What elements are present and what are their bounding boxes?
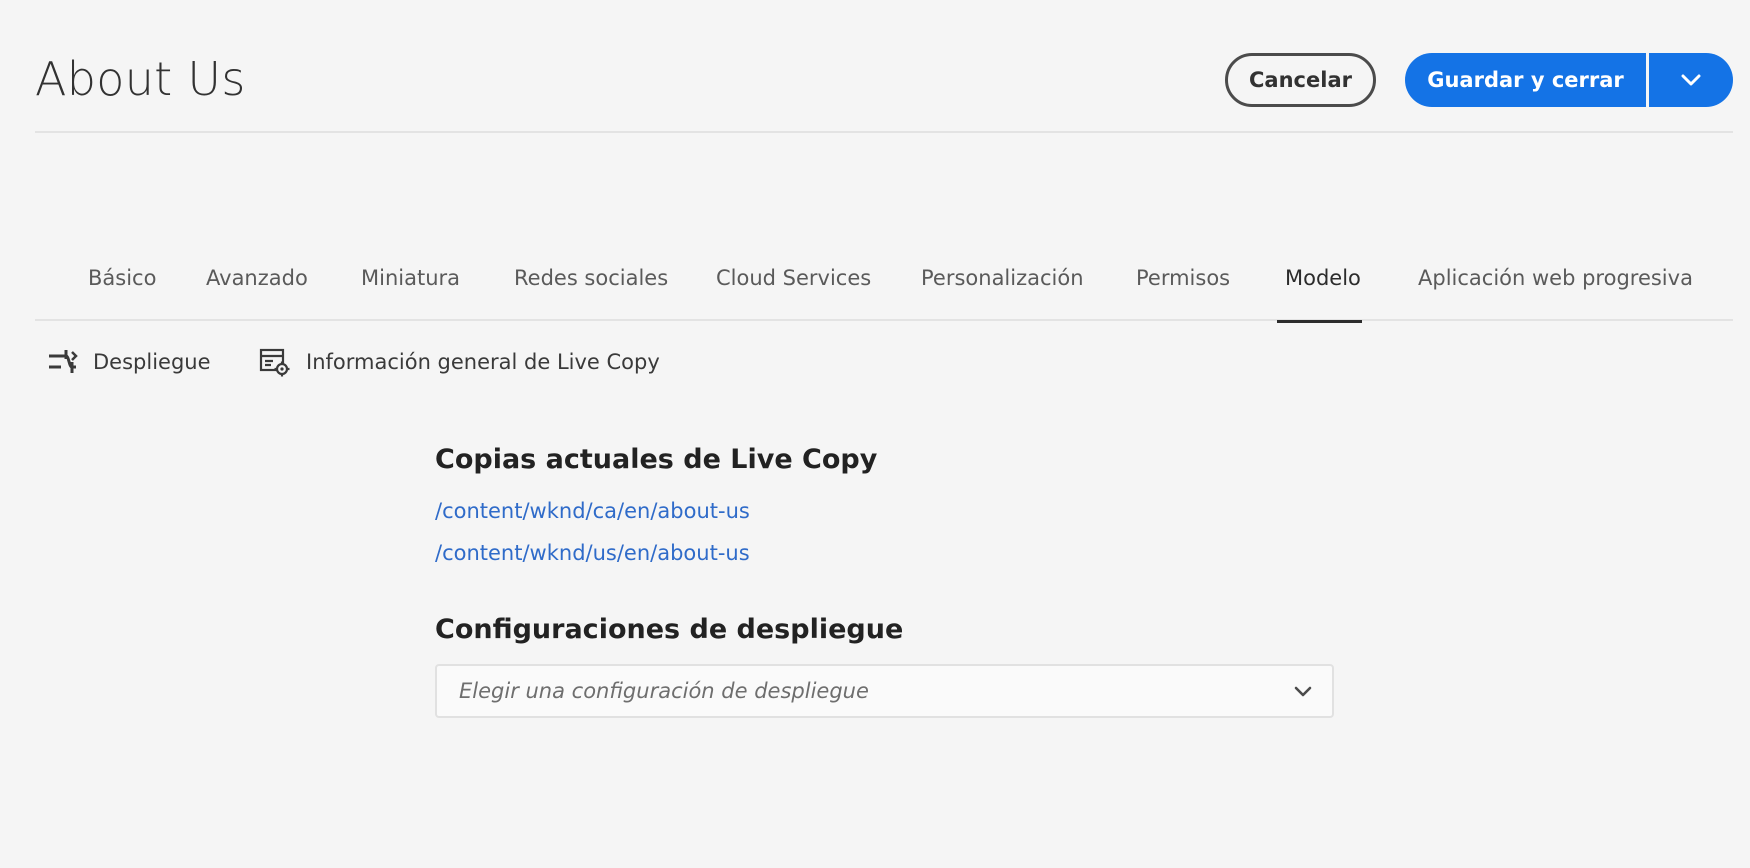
live-copy-link[interactable]: /content/wknd/ca/en/about-us: [435, 499, 750, 523]
tab-avanzado[interactable]: Avanzado: [206, 266, 308, 321]
save-and-close-button[interactable]: Guardar y cerrar: [1405, 53, 1646, 107]
live-copy-link[interactable]: /content/wknd/us/en/about-us: [435, 541, 750, 565]
rollout-label: Despliegue: [93, 350, 211, 374]
save-options-dropdown-button[interactable]: [1649, 53, 1733, 107]
page: About Us Cancelar Guardar y cerrar Básic…: [0, 0, 1750, 868]
rollout-config-select[interactable]: Elegir una configuración de despliegue: [435, 664, 1334, 718]
tab-redes-sociales[interactable]: Redes sociales: [514, 266, 668, 321]
tab-modelo[interactable]: Modelo: [1277, 266, 1362, 323]
live-copy-overview-label: Información general de Live Copy: [306, 350, 660, 374]
chevron-down-icon: [1681, 74, 1701, 86]
live-copies-heading: Copias actuales de Live Copy: [435, 444, 878, 475]
tab-permisos[interactable]: Permisos: [1136, 266, 1230, 321]
rollout-configs-heading: Configuraciones de despliegue: [435, 614, 904, 645]
tab-bar: Básico Avanzado Miniatura Redes sociales…: [35, 258, 1733, 323]
chevron-down-icon: [1294, 686, 1312, 696]
live-copy-overview-icon: [259, 348, 290, 377]
save-button-group: Guardar y cerrar: [1405, 53, 1733, 107]
rollout-icon: [49, 350, 78, 373]
page-header: About Us Cancelar Guardar y cerrar: [35, 0, 1733, 133]
rollout-action[interactable]: Despliegue: [48, 346, 211, 378]
rollout-config-placeholder: Elegir una configuración de despliegue: [459, 679, 869, 703]
cancel-button[interactable]: Cancelar: [1225, 53, 1376, 107]
tab-aplicacion-web-progresiva[interactable]: Aplicación web progresiva: [1418, 266, 1693, 321]
tab-miniatura[interactable]: Miniatura: [361, 266, 460, 321]
live-copy-overview-action[interactable]: Información general de Live Copy: [259, 346, 660, 378]
page-title: About Us: [35, 52, 246, 106]
tab-personalizacion[interactable]: Personalización: [921, 266, 1084, 321]
tab-basico[interactable]: Básico: [88, 266, 156, 321]
tab-cloud-services[interactable]: Cloud Services: [716, 266, 871, 321]
